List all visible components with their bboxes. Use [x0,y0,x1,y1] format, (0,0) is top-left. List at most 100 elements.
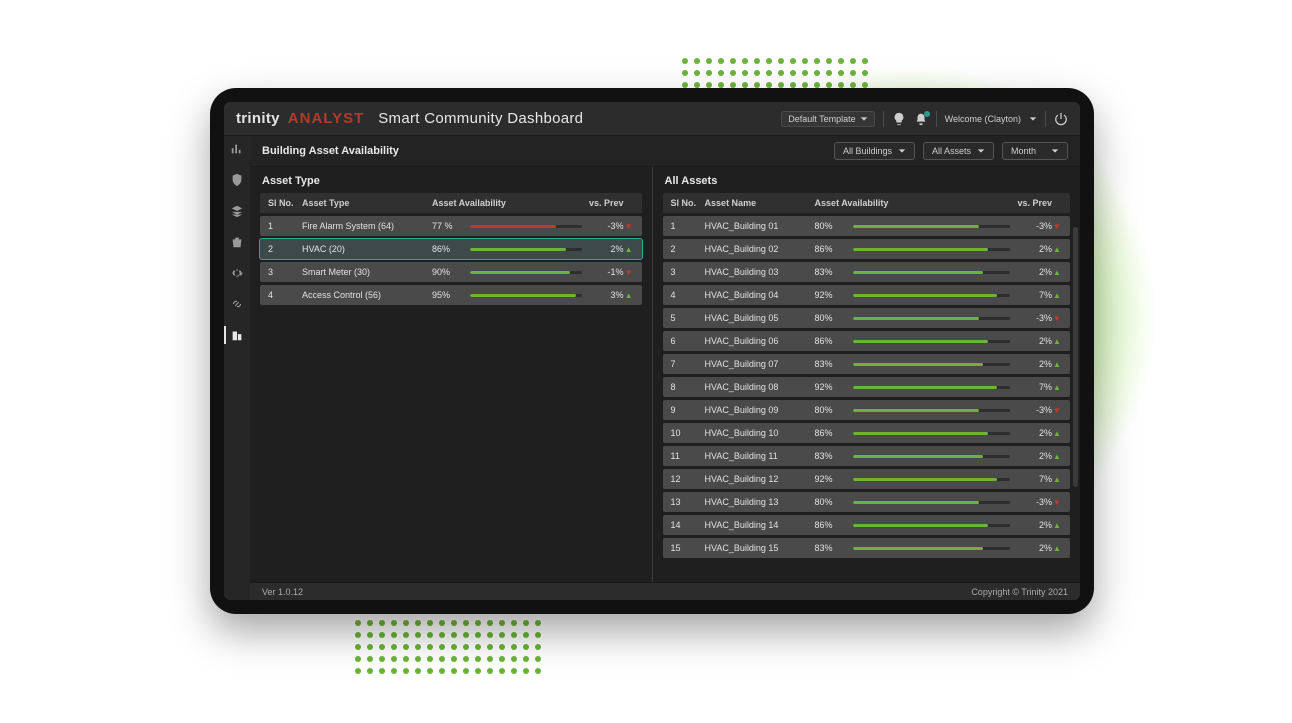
availability-value: 83% [815,451,845,461]
arrow-up-icon: ▲ [1052,360,1062,369]
availability-bar [853,363,1010,366]
sidebar-item-reports[interactable] [230,204,244,221]
cell-slno: 1 [671,221,705,231]
availability-bar [853,317,1010,320]
availability-bar [470,271,582,274]
cell-vs-prev: 2% [1010,428,1052,438]
template-selector-label: Default Template [788,114,855,124]
sidebar-item-security[interactable] [230,173,244,190]
cell-slno: 8 [671,382,705,392]
sidebar-item-assets[interactable] [230,328,244,345]
arrow-down-icon: ▼ [1052,406,1062,415]
page-title: Building Asset Availability [262,145,399,157]
cell-name: HVAC_Building 11 [705,451,815,461]
bell-icon[interactable] [914,112,928,126]
table-row[interactable]: 14HVAC_Building 1486%2%▲ [663,515,1070,535]
table-row[interactable]: 1Fire Alarm System (64)77 %-3%▼ [260,216,642,236]
table-row[interactable]: 7HVAC_Building 0783%2%▲ [663,354,1070,374]
app-screen: trinityANALYST Smart Community Dashboard… [224,102,1080,600]
availability-bar-fill [853,317,979,320]
cell-name: Smart Meter (30) [302,267,432,277]
cell-availability: 80% [815,497,1010,507]
cell-vs-prev: 2% [1010,451,1052,461]
sidebar-item-settings[interactable] [230,266,244,283]
scrollbar[interactable] [1073,227,1078,487]
table-row[interactable]: 9HVAC_Building 0980%-3%▼ [663,400,1070,420]
filter-buildings[interactable]: All Buildings [834,142,915,160]
col-name: Asset Type [302,198,432,208]
arrow-up-icon: ▲ [1052,291,1062,300]
divider [936,111,937,127]
table-row[interactable]: 2HVAC (20)86%2%▲ [260,239,642,259]
availability-value: 77 % [432,221,462,231]
availability-bar-fill [853,363,984,366]
availability-bar-fill [853,386,998,389]
table-row[interactable]: 5HVAC_Building 0580%-3%▼ [663,308,1070,328]
sidebar-item-delete[interactable] [230,235,244,252]
table-row[interactable]: 2HVAC_Building 0286%2%▲ [663,239,1070,259]
col-slno: Sl No. [671,198,705,208]
table-row[interactable]: 3Smart Meter (30)90%-1%▼ [260,262,642,282]
table-row[interactable]: 15HVAC_Building 1583%2%▲ [663,538,1070,558]
availability-bar-fill [853,455,984,458]
table-row[interactable]: 4Access Control (56)95%3%▲ [260,285,642,305]
arrow-down-icon: ▼ [1052,498,1062,507]
col-prev: vs. Prev [1010,198,1052,208]
table-row[interactable]: 11HVAC_Building 1183%2%▲ [663,446,1070,466]
availability-bar-fill [853,501,979,504]
arrow-up-icon: ▲ [1052,383,1062,392]
filter-range[interactable]: Month [1002,142,1068,160]
chevron-down-icon[interactable] [1029,115,1037,123]
availability-value: 86% [432,244,462,254]
availability-bar-fill [853,248,988,251]
cell-vs-prev: 2% [582,244,624,254]
arrow-down-icon: ▼ [1052,222,1062,231]
all-assets-panel: All Assets Sl No. Asset Name Asset Avail… [653,166,1080,582]
availability-bar [853,524,1010,527]
arrow-up-icon: ▲ [1052,521,1062,530]
availability-value: 80% [815,405,845,415]
cell-slno: 2 [671,244,705,254]
table-row[interactable]: 3HVAC_Building 0383%2%▲ [663,262,1070,282]
cell-name: HVAC_Building 08 [705,382,815,392]
arrow-down-icon: ▼ [624,222,634,231]
main: Building Asset Availability All Building… [250,136,1080,600]
cell-slno: 6 [671,336,705,346]
availability-bar [853,455,1010,458]
cell-slno: 4 [671,290,705,300]
power-icon[interactable] [1054,112,1068,126]
col-avail: Asset Availability [815,198,1010,208]
cell-availability: 92% [815,382,1010,392]
availability-bar-fill [853,409,979,412]
arrow-down-icon: ▼ [1052,314,1062,323]
arrow-up-icon: ▲ [624,291,634,300]
availability-value: 92% [815,382,845,392]
table-row[interactable]: 8HVAC_Building 0892%7%▲ [663,377,1070,397]
cell-slno: 9 [671,405,705,415]
cell-name: HVAC_Building 15 [705,543,815,553]
availability-bar [853,501,1010,504]
cell-vs-prev: -3% [1010,313,1052,323]
table-row[interactable]: 6HVAC_Building 0686%2%▲ [663,331,1070,351]
filter-assets[interactable]: All Assets [923,142,994,160]
sidebar-item-link[interactable] [230,297,244,314]
cell-slno: 5 [671,313,705,323]
template-selector[interactable]: Default Template [781,111,874,127]
trash-icon [230,235,244,249]
cell-vs-prev: 2% [1010,336,1052,346]
table-row[interactable]: 13HVAC_Building 1380%-3%▼ [663,492,1070,512]
table-row[interactable]: 4HVAC_Building 0492%7%▲ [663,285,1070,305]
table-row[interactable]: 10HVAC_Building 1086%2%▲ [663,423,1070,443]
dot-grid-bottom [355,620,541,674]
cell-name: HVAC_Building 10 [705,428,815,438]
sidebar-item-dashboard[interactable] [230,142,244,159]
availability-bar-fill [470,271,570,274]
welcome-label: Welcome (Clayton) [945,114,1021,124]
copyright-label: Copyright © Trinity 2021 [971,587,1068,597]
cell-vs-prev: 2% [1010,244,1052,254]
table-row[interactable]: 1HVAC_Building 0180%-3%▼ [663,216,1070,236]
table-row[interactable]: 12HVAC_Building 1292%7%▲ [663,469,1070,489]
cell-vs-prev: -3% [582,221,624,231]
lightbulb-icon[interactable] [892,112,906,126]
availability-bar-fill [470,294,576,297]
